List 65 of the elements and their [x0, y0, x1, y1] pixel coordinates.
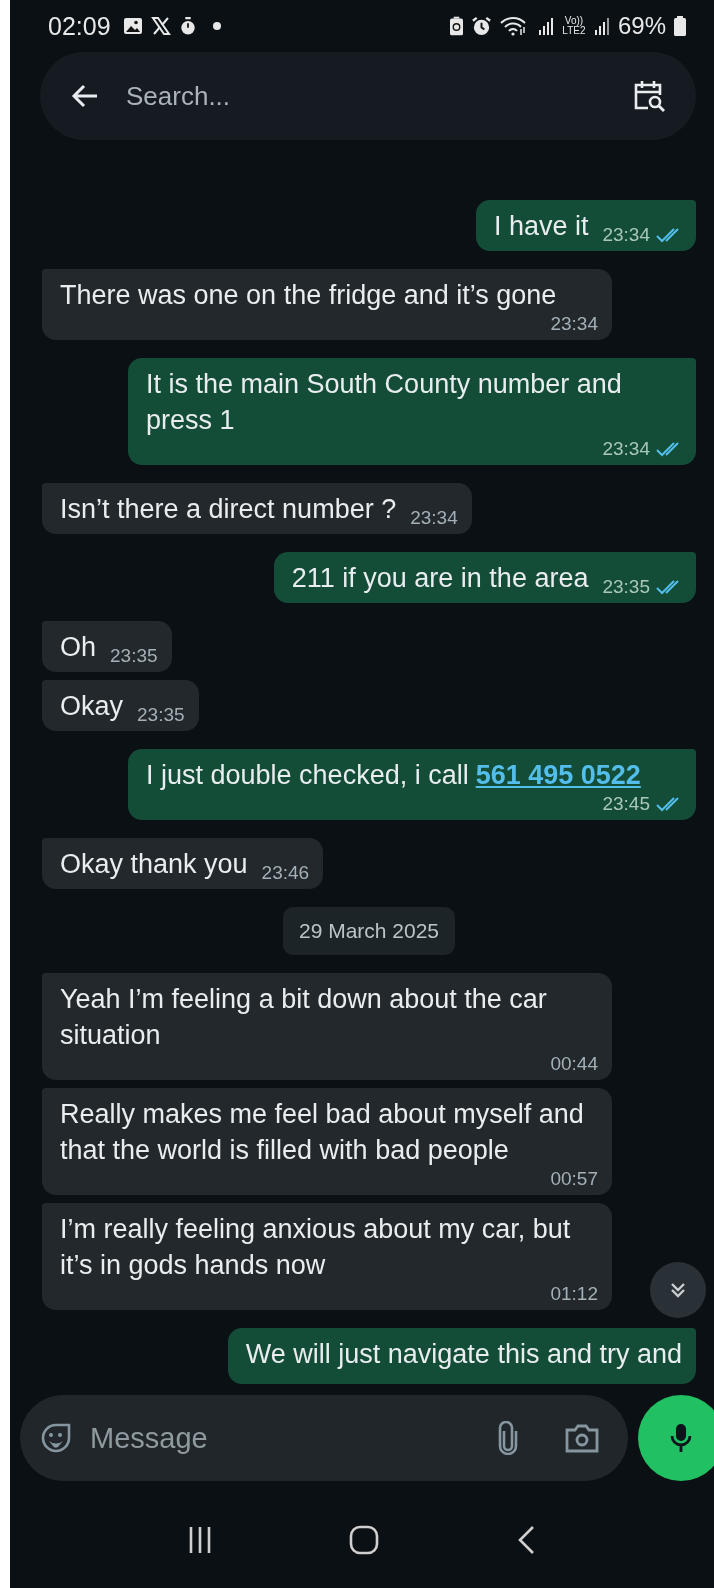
network-label: Vo)) LTE2 [561, 16, 586, 36]
message-bubble[interactable]: Okay 23:35 [42, 680, 199, 731]
message-time: 01:12 [550, 1283, 598, 1305]
message-time: 23:46 [261, 862, 310, 884]
message-text: Yeah I’m feeling a bit down about the car situation [60, 983, 548, 1052]
message-text: I just double checked, i call 561 495 0522 [146, 759, 642, 792]
message-text: It is the main South County number and press 1 [146, 368, 623, 437]
message-bubble[interactable]: Isn’t there a direct number ? 23:34 [42, 483, 472, 534]
microphone-icon [669, 1423, 693, 1453]
battery-percent: 69% [617, 12, 666, 40]
date-chip: 29 March 2025 [282, 907, 456, 955]
message-time: 23:35 [110, 645, 158, 667]
message-time: 23:34 [550, 313, 598, 335]
stopwatch-icon [178, 16, 197, 36]
signal-icon [537, 16, 554, 36]
message-bubble[interactable]: There was one on the fridge and it’s gone 23:34 [42, 269, 612, 340]
message-time: 23:35 [602, 576, 650, 598]
message-text: Okay thank you [60, 848, 248, 881]
message-bubble[interactable]: Yeah I’m feeling a bit down about the car situation 00:44 [42, 973, 612, 1080]
message-time: 00:57 [550, 1168, 598, 1190]
alarm-icon [470, 15, 492, 37]
message-bubble[interactable]: I just double checked, i call 561 495 0522 23:45 [128, 749, 696, 820]
message-bubble[interactable]: Really makes me feel bad about myself and that the world is filled with bad people 00:57 [42, 1088, 612, 1195]
message-time: 00:44 [550, 1053, 598, 1075]
message-text: I have it [493, 210, 589, 243]
message-field[interactable]: Message [20, 1395, 628, 1481]
double-chevron-down-icon [668, 1280, 688, 1300]
message-time: 23:34 [410, 507, 458, 529]
message-time: 23:34 [602, 438, 650, 460]
message-input[interactable]: Message [88, 1420, 482, 1456]
message-bubble[interactable]: It is the main South County number and press 1 23:34 [128, 358, 696, 465]
battery-icon [674, 16, 686, 36]
message-bubble[interactable]: We will just navigate this and try and [227, 1328, 696, 1384]
scroll-down-button[interactable] [650, 1262, 706, 1318]
search-input[interactable]: Search... [124, 79, 608, 113]
message-time: 23:45 [602, 793, 650, 815]
recent-apps-icon[interactable] [188, 1525, 213, 1555]
message-bubble[interactable]: I’m really feeling anxious about my car, but it’s in gods hands now 01:12 [42, 1203, 612, 1310]
paperclip-icon[interactable] [498, 1421, 518, 1455]
image-icon [122, 16, 143, 36]
sticker-icon[interactable] [40, 1422, 72, 1454]
message-time: 23:35 [137, 704, 185, 726]
message-text: I’m really feeling anxious about my car, but it’s in gods hands now [60, 1213, 572, 1282]
message-text: There was one on the fridge and it’s gone [60, 279, 558, 312]
message-text: Okay [60, 690, 124, 723]
search-field[interactable]: Search... [40, 52, 696, 140]
message-bubble[interactable]: 211 if you are in the area 23:35 [273, 552, 696, 603]
message-text: Isn’t there a direct number ? [60, 493, 397, 526]
message-bubble[interactable]: Okay thank you 23:46 [42, 838, 324, 889]
message-text: Oh [60, 631, 97, 664]
message-text: Really makes me feel bad about myself and that the world is filled with bad people [60, 1098, 585, 1167]
message-text: 211 if you are in the area [291, 562, 589, 595]
home-icon[interactable] [349, 1525, 379, 1555]
phone-link[interactable]: 561 495 0522 [475, 760, 641, 790]
signal-icon [593, 16, 610, 36]
message-bubble[interactable]: Oh 23:35 [42, 621, 172, 672]
clock-time: 02:09 [48, 11, 111, 41]
battery-saver-icon [449, 16, 463, 36]
dot-icon [212, 22, 221, 30]
calendar-search-icon[interactable] [632, 79, 666, 113]
message-text: We will just navigate this and try and [245, 1338, 682, 1371]
x-logo-icon [150, 16, 171, 36]
message-time: 23:34 [602, 224, 650, 246]
message-bubble[interactable]: I have it 23:34 [475, 200, 696, 251]
camera-icon[interactable] [564, 1422, 600, 1454]
